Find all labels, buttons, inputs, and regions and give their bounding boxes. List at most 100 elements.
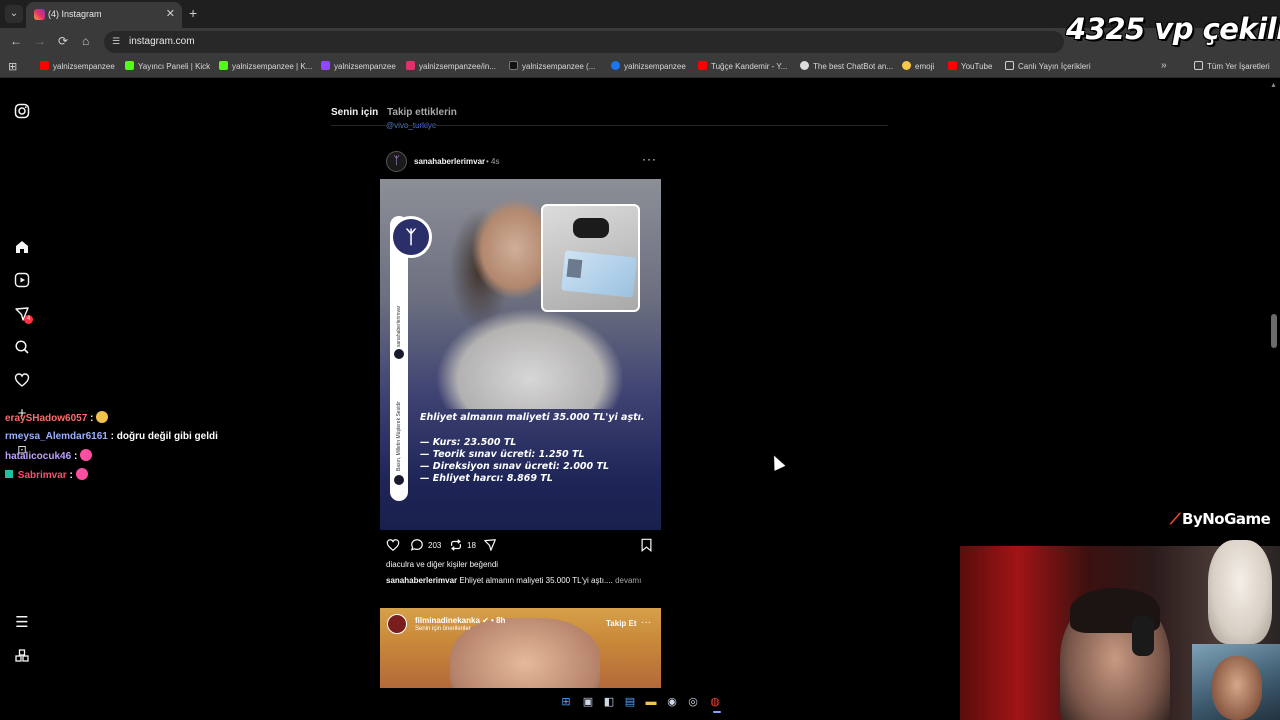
folder-icon — [1005, 61, 1014, 70]
chat-text: : — [69, 470, 73, 481]
chat-message: hatalicocuk46 : — [5, 449, 93, 462]
post-options-icon[interactable]: ··· — [641, 617, 651, 628]
twitch-icon — [321, 61, 330, 70]
more-menu-icon[interactable]: ☰ — [13, 614, 31, 632]
scroll-up-arrow-icon[interactable]: ▲ — [1270, 82, 1277, 89]
bookmark-label: yalnizsempanzee — [624, 62, 686, 71]
browser-tab-instagram[interactable]: (4) Instagram ✕ — [26, 2, 182, 28]
address-bar[interactable]: ☰ instagram.com — [104, 31, 1064, 53]
all-bookmarks-folder[interactable]: Tüm Yer İşaretleri — [1194, 61, 1270, 71]
file-explorer-icon[interactable]: ▬ — [643, 694, 659, 710]
facebook-icon — [611, 61, 620, 70]
page-scrollbar-thumb[interactable] — [1271, 314, 1277, 348]
bookmarks-bar: ⊞ yalnizsempanzee Yayıncı Paneli | Kick … — [0, 56, 1280, 78]
search-icon[interactable] — [13, 339, 31, 357]
news-logo-icon: ᛉ — [390, 216, 432, 258]
cat-sticker — [1208, 540, 1272, 644]
cost-line: — Ehliyet harcı: 8.869 TL — [420, 473, 553, 484]
bookmark-item[interactable]: yalnizsempanzee/in... — [406, 61, 496, 71]
chat-emote-icon — [80, 449, 93, 461]
tab-following[interactable]: Takip ettiklerin — [387, 107, 457, 118]
youtube-icon — [698, 61, 707, 70]
chat-emote-icon — [75, 468, 88, 480]
follow-button[interactable]: Takip Et — [606, 619, 637, 628]
likes-summary[interactable]: diaculra ve diğer kişiler beğendi — [386, 560, 498, 569]
apps-grid-icon[interactable]: ⊞ — [8, 60, 17, 73]
also-from-meta-icon[interactable] — [13, 648, 31, 666]
like-heart-icon[interactable] — [386, 538, 400, 555]
bookmark-folder[interactable]: Canlı Yayın İçerikleri — [1005, 61, 1091, 71]
back-icon[interactable]: ← — [10, 34, 22, 48]
chat-message: rmeysa_Alemdar6161 : doğru değil gibi ge… — [5, 431, 218, 442]
sponsor-logo: ⟋ ByNoGame — [1170, 510, 1271, 528]
comment-icon[interactable] — [410, 538, 424, 555]
license-photo-card — [541, 204, 640, 312]
suggested-username[interactable]: filminadinekanka ✔ • 8h — [415, 616, 505, 625]
cost-line: — Direksiyon sınav ücreti: 2.000 TL — [420, 461, 609, 472]
bookmark-label: Yayıncı Paneli | Kick — [138, 62, 211, 71]
new-tab-icon[interactable]: + — [189, 5, 197, 21]
save-bookmark-icon[interactable] — [640, 538, 653, 555]
home-icon[interactable] — [13, 239, 31, 257]
bookmark-item[interactable]: yalnizsempanzee | K... — [219, 61, 312, 71]
inset-face — [1212, 656, 1262, 720]
bookmark-item[interactable]: yalnizsempanzee — [40, 61, 115, 71]
post-username[interactable]: sanahaberlerimvar — [414, 157, 485, 166]
site-info-icon[interactable]: ☰ — [112, 36, 120, 47]
chrome-icon[interactable]: ◍ — [707, 694, 723, 710]
bookmark-item[interactable]: emoji — [902, 61, 934, 71]
post-options-icon[interactable]: ··· — [642, 152, 657, 166]
bynogame-mark-icon: ⟋ — [1170, 510, 1181, 528]
bookmark-label: yalnizsempanzee (... — [522, 62, 596, 71]
tab-for-you[interactable]: Senin için — [331, 107, 378, 118]
feed-divider — [331, 125, 888, 126]
tab-search-icon[interactable]: ⌄ — [5, 5, 23, 23]
bookmark-item[interactable]: Tuğçe Kandemir - Y... — [698, 61, 787, 71]
app-icon[interactable]: ◉ — [664, 694, 680, 710]
driver-license-icon — [561, 250, 637, 298]
home-icon[interactable]: ⌂ — [82, 34, 89, 48]
caption-text: Ehliyet almanın maliyeti 35.000 TL'yi aş… — [459, 576, 613, 585]
suggested-author-avatar[interactable] — [387, 614, 407, 634]
caption-more-link[interactable]: devamı — [615, 576, 641, 585]
mouse-cursor-icon — [768, 453, 786, 471]
steam-icon[interactable]: ◎ — [685, 694, 701, 710]
bookmark-item[interactable]: YouTube — [948, 61, 992, 71]
chat-username: Sabrimvar — [17, 470, 67, 481]
windows-start-icon[interactable]: ⊞ — [558, 694, 574, 710]
emoji-icon — [902, 61, 911, 70]
youtube-icon — [40, 61, 49, 70]
post-image[interactable]: ᛉ sanahaberlerimvar Basın, Milletin Müşt… — [380, 179, 661, 530]
post-timestamp: • 4s — [486, 157, 500, 166]
bookmark-item[interactable]: The best ChatBot an... — [800, 61, 893, 71]
app-icon[interactable]: ▤ — [622, 694, 638, 710]
bookmark-item[interactable]: yalnizsempanzee — [321, 61, 396, 71]
reload-icon[interactable]: ⟳ — [58, 34, 68, 48]
chat-username: hatalicocuk46 — [5, 451, 72, 462]
reels-icon[interactable] — [13, 272, 31, 290]
share-icon[interactable] — [483, 538, 497, 555]
suggested-post[interactable]: filminadinekanka ✔ • 8h Senin için öneri… — [380, 608, 661, 688]
reaction-inset-photo — [1192, 644, 1280, 720]
chat-username: eraySHadow6057 — [5, 413, 88, 424]
side-dot-icon — [394, 475, 404, 485]
instagram-favicon-icon — [34, 9, 45, 20]
chat-text: : doğru değil gibi geldi — [110, 431, 218, 442]
task-view-icon[interactable]: ▣ — [580, 694, 596, 710]
bookmark-item[interactable]: yalnizsempanzee — [611, 61, 686, 71]
close-tab-icon[interactable]: ✕ — [166, 7, 175, 20]
bookmark-item[interactable]: Yayıncı Paneli | Kick — [125, 61, 210, 71]
instagram-logo-icon[interactable] — [13, 103, 31, 121]
post-author-avatar[interactable]: ᛉ — [386, 151, 407, 172]
bookmarks-overflow-icon[interactable]: » — [1161, 60, 1167, 71]
stream-overlay-title: 4325 vp çekiliş — [1066, 12, 1280, 46]
forward-icon[interactable]: → — [34, 34, 46, 48]
chat-message: eraySHadow6057 : — [5, 411, 109, 424]
repost-icon[interactable] — [449, 538, 463, 555]
notifications-heart-icon[interactable] — [13, 372, 31, 390]
kick-icon — [219, 61, 228, 70]
app-icon[interactable]: ◧ — [601, 694, 617, 710]
repost-count: 18 — [467, 541, 476, 550]
bookmark-item[interactable]: yalnizsempanzee (... — [509, 61, 595, 71]
caption-username[interactable]: sanahaberlerimvar — [386, 576, 457, 585]
